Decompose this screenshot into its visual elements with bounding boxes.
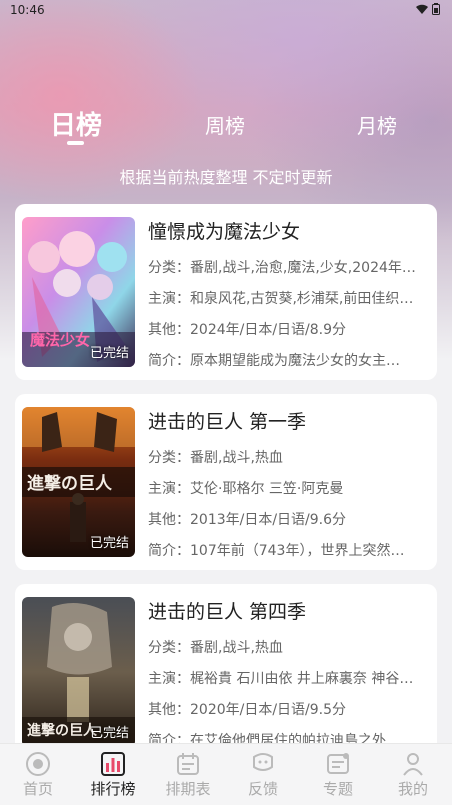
- item-category: 分类：番剧,战斗,治愈,魔法,少女,2024年…: [148, 260, 416, 276]
- calendar-icon: [177, 753, 199, 775]
- wifi-icon: [416, 4, 428, 14]
- bottom-navigation: 首页 排行榜 排期表 反馈 专题 我的: [0, 743, 452, 805]
- list-item[interactable]: 進撃の巨人 已完结 进击的巨人 第一季 分类：番剧,战斗,热血 主演：艾伦·耶格…: [15, 394, 437, 570]
- poster-image: 進撃の巨人 已完结: [22, 407, 135, 557]
- item-cast: 主演：梶裕貴 石川由依 井上麻裏奈 神谷…: [148, 671, 414, 687]
- status-badge: 已完结: [89, 536, 129, 551]
- nav-label: 排期表: [165, 780, 211, 798]
- item-other: 其他：2024年/日本/日语/8.9分: [148, 322, 347, 338]
- nav-schedule[interactable]: 排期表: [158, 750, 218, 799]
- status-badge: 已完结: [89, 346, 129, 361]
- item-cast: 主演：和泉风花,古贺葵,杉浦栞,前田佳织…: [148, 291, 414, 307]
- item-category: 分类：番剧,战斗,热血: [148, 640, 283, 656]
- nav-home[interactable]: 首页: [8, 750, 68, 799]
- item-title: 进击的巨人 第四季: [148, 601, 307, 623]
- nav-topic[interactable]: 专题: [308, 750, 368, 799]
- tab-indicator: [67, 141, 84, 145]
- poster-image: 魔法少女 已完结: [22, 217, 135, 367]
- feedback-icon: [253, 753, 273, 771]
- item-title: 进击的巨人 第一季: [148, 411, 307, 433]
- list-item[interactable]: 魔法少女 已完结 憧憬成为魔法少女 分类：番剧,战斗,治愈,魔法,少女,2024…: [15, 204, 437, 380]
- profile-icon: [403, 753, 423, 776]
- item-summary: 简介：107年前（743年），世界上突然…: [148, 543, 405, 559]
- item-cast: 主演：艾伦·耶格尔 三笠·阿克曼: [148, 481, 344, 497]
- list-item[interactable]: 進撃の巨人 已完结 进击的巨人 第四季 分类：番剧,战斗,热血 主演：梶裕貴 石…: [15, 584, 437, 760]
- nav-ranking[interactable]: 排行榜: [83, 750, 143, 799]
- status-time: 10:46: [10, 3, 45, 17]
- ranking-tabs: 日榜 周榜 月榜: [0, 100, 452, 150]
- item-summary: 简介：原本期望能成为魔法少女的女主…: [148, 353, 400, 369]
- nav-label: 首页: [22, 780, 53, 798]
- nav-feedback[interactable]: 反馈: [233, 750, 293, 799]
- tab-weekly[interactable]: 周榜: [205, 110, 245, 139]
- nav-label: 反馈: [247, 780, 278, 798]
- item-category: 分类：番剧,战斗,热血: [148, 450, 283, 466]
- tab-daily[interactable]: 日榜: [50, 105, 102, 142]
- poster-title-text: 進撃の巨人: [27, 473, 113, 494]
- item-title: 憧憬成为魔法少女: [148, 221, 301, 243]
- status-badge: 已完结: [89, 726, 129, 741]
- topic-icon: [327, 753, 349, 774]
- ranking-icon: [101, 752, 125, 776]
- poster-image: 進撃の巨人 已完结: [22, 597, 135, 747]
- item-other: 其他：2020年/日本/日语/9.5分: [148, 702, 347, 718]
- battery-icon: [432, 3, 440, 15]
- nav-label: 排行榜: [90, 780, 136, 798]
- home-icon: [26, 752, 50, 776]
- poster-title-text: 進撃の巨人: [27, 722, 98, 739]
- poster-title-text: 魔法少女: [30, 331, 90, 349]
- nav-label: 专题: [322, 780, 353, 798]
- status-bar: 10:46: [0, 0, 452, 22]
- ranking-subtitle: 根据当前热度整理 不定时更新: [119, 168, 333, 187]
- nav-label: 我的: [397, 780, 428, 798]
- item-other: 其他：2013年/日本/日语/9.6分: [148, 512, 347, 528]
- tab-monthly[interactable]: 月榜: [357, 110, 397, 139]
- nav-profile[interactable]: 我的: [383, 750, 443, 799]
